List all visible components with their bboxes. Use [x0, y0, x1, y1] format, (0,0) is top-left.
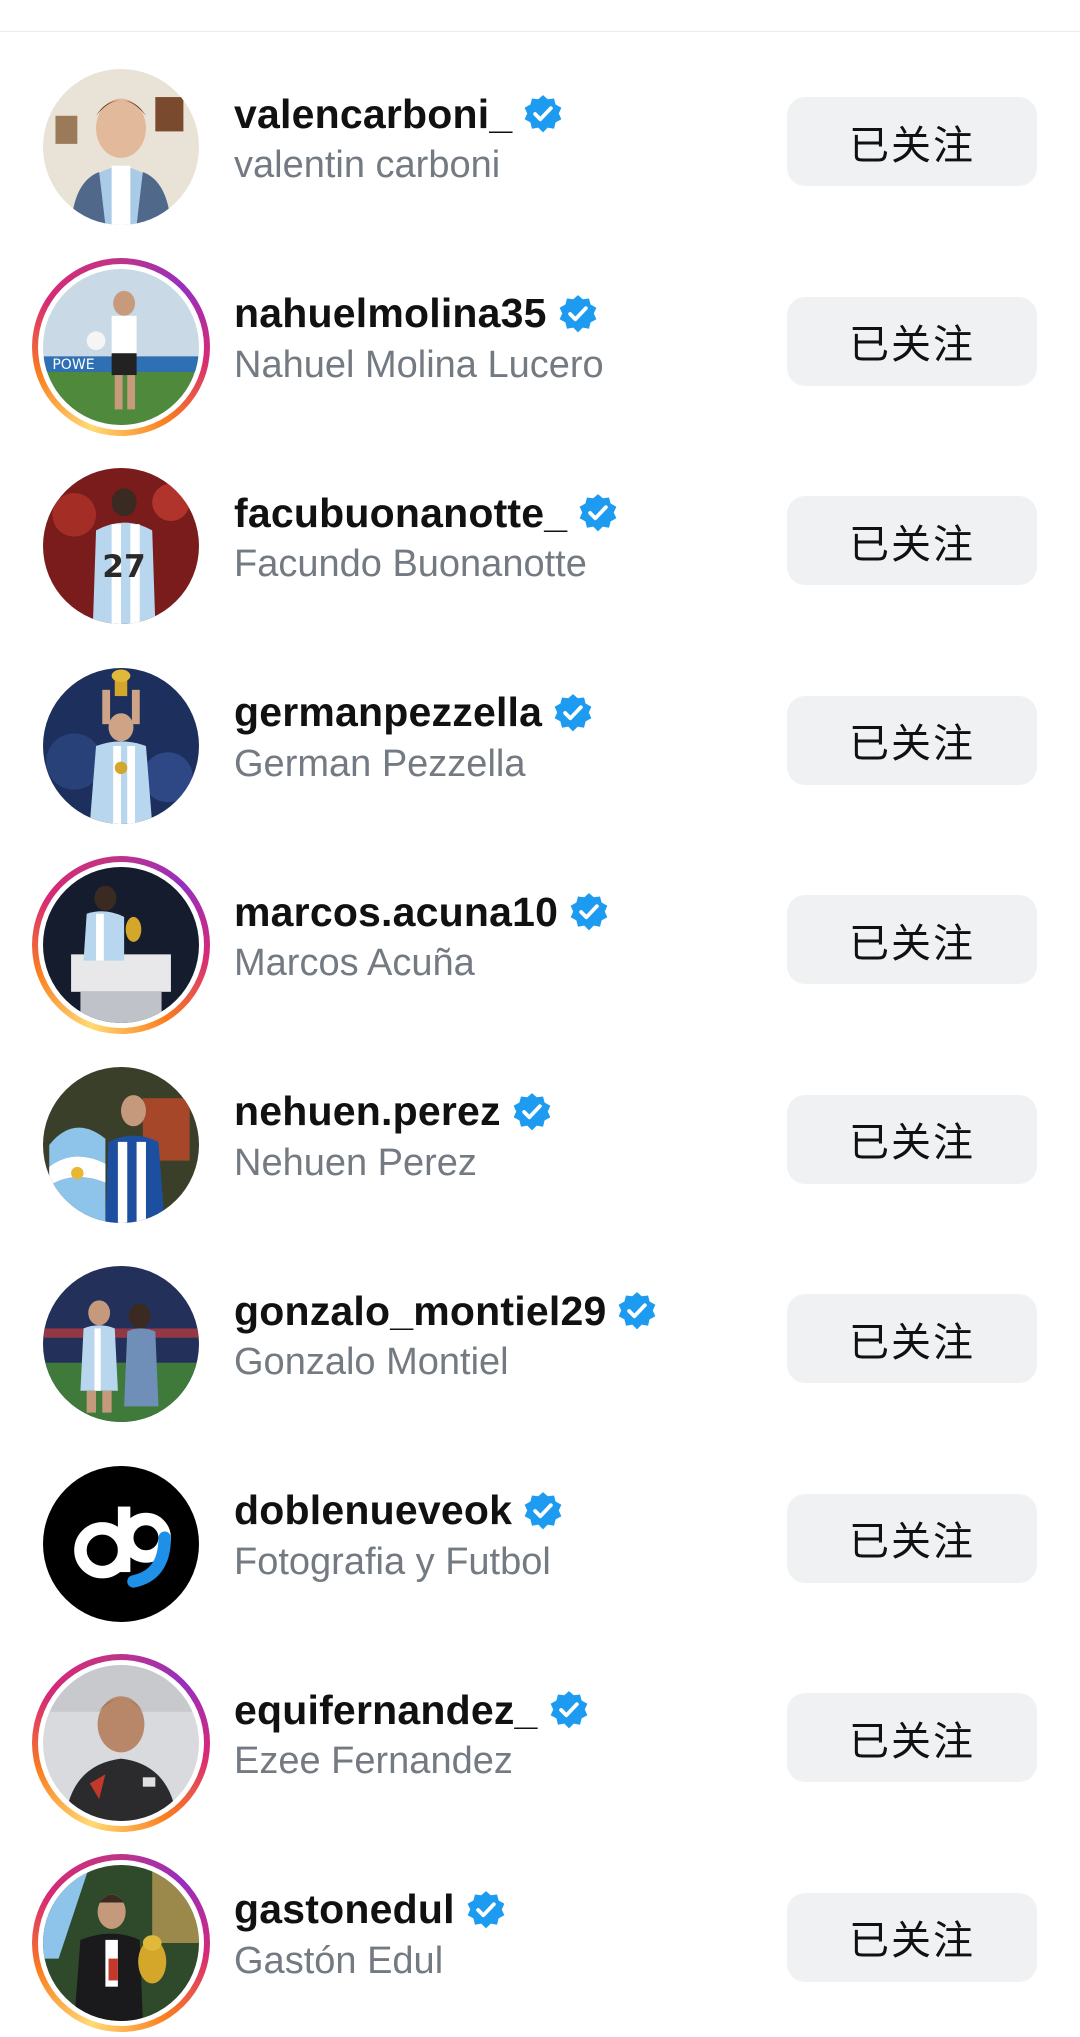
avatar-image — [43, 867, 199, 1023]
list-item[interactable]: germanpezzella German Pezzella 已关注 — [0, 641, 1080, 841]
list-item[interactable]: POWE nahuelmolina35 — [0, 242, 1080, 442]
avatar[interactable]: 27 — [32, 457, 210, 635]
avatar-image — [43, 1067, 199, 1223]
avatar[interactable] — [32, 1056, 210, 1234]
list-item[interactable]: gastonedul Gastón Edul 已关注 — [0, 1838, 1080, 2037]
full-name: Gastón Edul — [234, 1940, 754, 1983]
avatar-image: 27 — [43, 468, 199, 624]
following-button[interactable]: 已关注 — [787, 696, 1037, 785]
d9-logo-icon — [43, 1466, 199, 1622]
verified-badge-icon — [557, 293, 599, 335]
full-name: Gonzalo Montiel — [234, 1341, 754, 1384]
avatar[interactable] — [32, 1455, 210, 1633]
list-item[interactable]: marcos.acuna10 Marcos Acuña 已关注 — [0, 840, 1080, 1040]
avatar-image — [43, 1865, 199, 2021]
following-button[interactable]: 已关注 — [787, 97, 1037, 186]
avatar-image — [43, 1266, 199, 1422]
avatar[interactable] — [32, 657, 210, 835]
avatar-image: POWE — [43, 269, 199, 425]
full-name: Nahuel Molina Lucero — [234, 344, 754, 387]
list-item[interactable]: 27 facubuonanotte_ Facundo Buonanotte 已关… — [0, 441, 1080, 641]
avatar-story-ring[interactable] — [32, 1854, 210, 2032]
username[interactable]: valencarboni_ — [234, 91, 512, 138]
following-button[interactable]: 已关注 — [787, 1693, 1037, 1782]
username[interactable]: doblenueveok — [234, 1487, 512, 1534]
username[interactable]: gastonedul — [234, 1886, 455, 1933]
list-item[interactable]: gonzalo_montiel29 Gonzalo Montiel 已关注 — [0, 1239, 1080, 1439]
following-button[interactable]: 已关注 — [787, 1494, 1037, 1583]
following-list: valencarboni_ valentin carboni 已关注 POWE — [0, 42, 1080, 2037]
avatar-story-ring[interactable] — [32, 1654, 210, 1832]
list-item[interactable]: nehuen.perez Nehuen Perez 已关注 — [0, 1040, 1080, 1240]
username[interactable]: gonzalo_montiel29 — [234, 1288, 606, 1335]
full-name: German Pezzella — [234, 743, 754, 786]
avatar-image — [43, 668, 199, 824]
following-button[interactable]: 已关注 — [787, 496, 1037, 585]
avatar-image — [43, 69, 199, 225]
list-item[interactable]: valencarboni_ valentin carboni 已关注 — [0, 42, 1080, 242]
list-item[interactable]: equifernandez_ Ezee Fernandez 已关注 — [0, 1638, 1080, 1838]
avatar-story-ring[interactable]: POWE — [32, 258, 210, 436]
verified-badge-icon — [511, 1091, 553, 1133]
username[interactable]: equifernandez_ — [234, 1687, 538, 1734]
top-divider — [0, 31, 1080, 32]
full-name: Fotografia y Futbol — [234, 1541, 754, 1584]
username[interactable]: nahuelmolina35 — [234, 290, 547, 337]
full-name: valentin carboni — [234, 144, 754, 187]
following-button[interactable]: 已关注 — [787, 297, 1037, 386]
following-button[interactable]: 已关注 — [787, 895, 1037, 984]
verified-badge-icon — [548, 1689, 590, 1731]
avatar[interactable] — [32, 58, 210, 236]
following-button[interactable]: 已关注 — [787, 1893, 1037, 1982]
avatar[interactable] — [32, 1255, 210, 1433]
username[interactable]: marcos.acuna10 — [234, 889, 558, 936]
following-button[interactable]: 已关注 — [787, 1095, 1037, 1184]
username[interactable]: facubuonanotte_ — [234, 490, 567, 537]
verified-badge-icon — [616, 1290, 658, 1332]
username[interactable]: germanpezzella — [234, 689, 542, 736]
username[interactable]: nehuen.perez — [234, 1088, 501, 1135]
avatar-story-ring[interactable] — [32, 856, 210, 1034]
full-name: Nehuen Perez — [234, 1142, 754, 1185]
avatar-image — [43, 1665, 199, 1821]
full-name: Marcos Acuña — [234, 942, 754, 985]
verified-badge-icon — [552, 692, 594, 734]
verified-badge-icon — [522, 1490, 564, 1532]
following-button[interactable]: 已关注 — [787, 1294, 1037, 1383]
svg-text:POWE: POWE — [52, 356, 94, 372]
verified-badge-icon — [568, 891, 610, 933]
full-name: Facundo Buonanotte — [234, 543, 754, 586]
svg-text:27: 27 — [102, 549, 145, 585]
list-item[interactable]: doblenueveok Fotografia y Futbol 已关注 — [0, 1439, 1080, 1639]
verified-badge-icon — [577, 492, 619, 534]
verified-badge-icon — [522, 93, 564, 135]
full-name: Ezee Fernandez — [234, 1740, 754, 1783]
verified-badge-icon — [465, 1889, 507, 1931]
